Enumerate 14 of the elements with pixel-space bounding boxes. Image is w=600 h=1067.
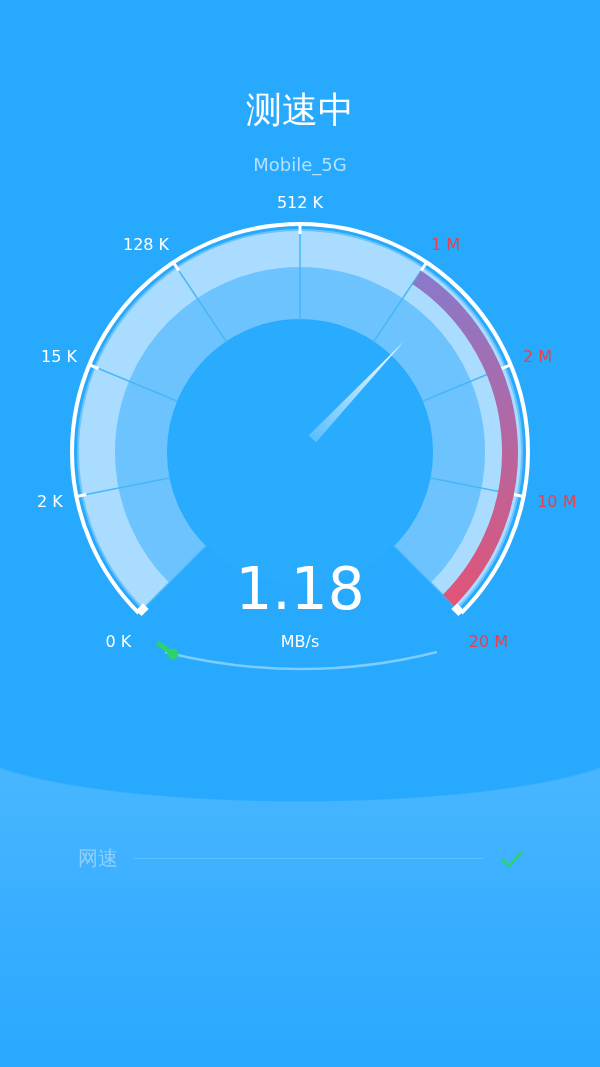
scale-label: 20 M	[468, 631, 509, 651]
status-title: 测速中	[246, 88, 354, 132]
result-label: 网速	[78, 845, 118, 872]
scale-label: 1 M	[430, 235, 460, 255]
scale-label: 2 K	[37, 491, 63, 511]
speed-value: 1.18	[235, 555, 365, 623]
scale-label: 2 M	[522, 347, 553, 367]
network-name: Mobile_5G	[253, 154, 347, 175]
scale-label: 0 K	[105, 631, 132, 651]
scale-label: 15 K	[41, 347, 78, 367]
scale-label: 512 K	[276, 193, 324, 212]
speed-unit: MB/s	[280, 632, 320, 651]
scale-label: 128 K	[123, 235, 170, 255]
scale-label: 10 M	[537, 491, 577, 511]
